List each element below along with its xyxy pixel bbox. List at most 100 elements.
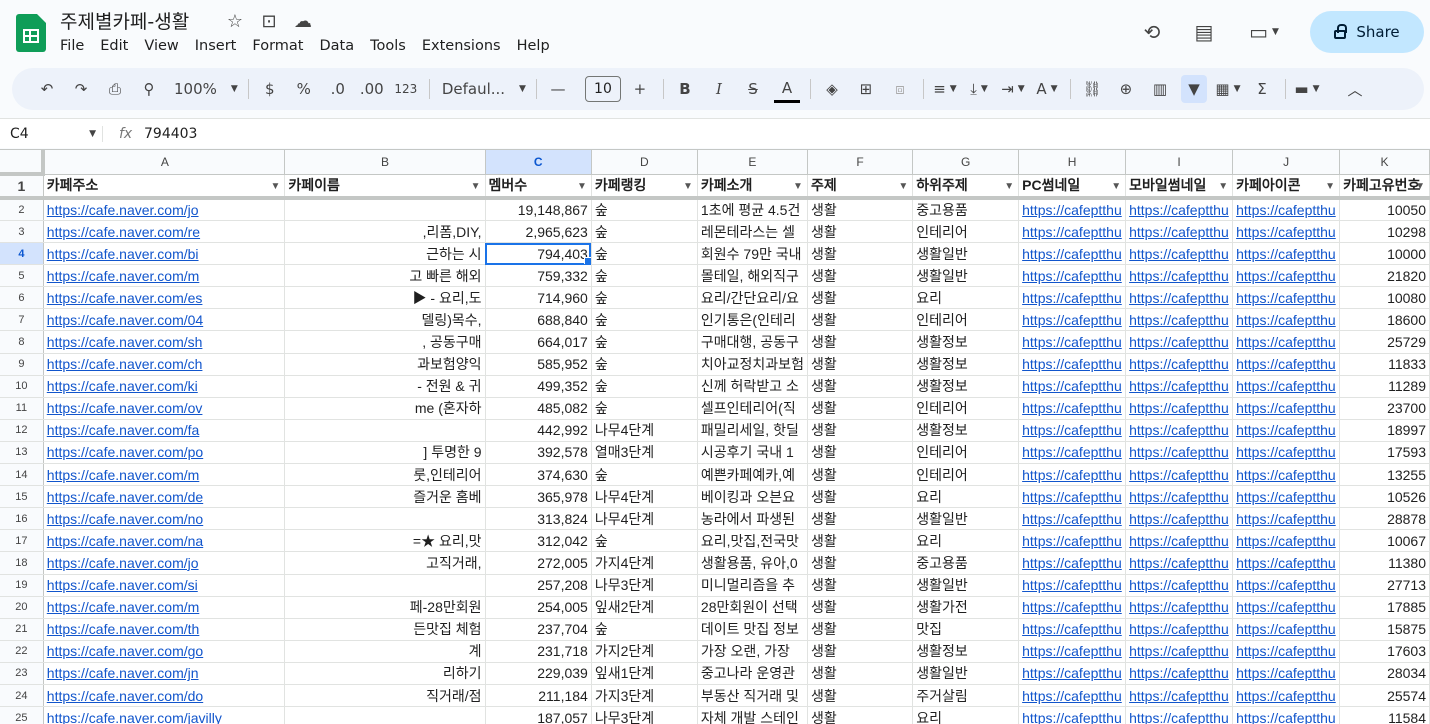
cell-a[interactable]: https://cafe.naver.com/po — [43, 441, 286, 465]
filter-views-icon[interactable]: ▦ ▼ — [1215, 75, 1241, 103]
cell-d[interactable]: 숲 — [591, 198, 698, 221]
cell-d[interactable]: 숲 — [591, 397, 698, 420]
cell-a[interactable]: https://cafe.naver.com/na — [43, 529, 286, 553]
cell-c[interactable]: 442,992 — [485, 419, 592, 442]
meet-icon[interactable]: ▭ ▼ — [1236, 12, 1292, 52]
vertical-align-icon[interactable]: ⤓ ▼ — [966, 75, 992, 103]
cell-k[interactable]: 13255 — [1339, 463, 1430, 487]
cell-d[interactable]: 나무4단계 — [591, 485, 698, 509]
cell-g[interactable]: 인테리어 — [912, 308, 1020, 332]
menu-tools[interactable]: Tools — [370, 38, 414, 54]
cell-j[interactable]: https://cafeptthu — [1232, 353, 1341, 376]
menu-format[interactable]: Format — [252, 38, 311, 54]
filter-dropdown-icon[interactable]: ▼ — [683, 181, 693, 192]
cell-d[interactable]: 잎새2단계 — [591, 596, 698, 619]
cell-g[interactable]: 인테리어 — [912, 220, 1020, 244]
cell-c[interactable]: 664,017 — [485, 330, 592, 354]
cell-g[interactable]: 주거살림 — [912, 684, 1020, 708]
cell-b[interactable] — [284, 198, 486, 221]
cell-j[interactable]: https://cafeptthu — [1232, 308, 1341, 332]
cell-e[interactable]: 요리,맛집,전국맛 — [697, 529, 808, 553]
column-header-i[interactable]: I — [1125, 150, 1234, 175]
cell-b[interactable]: 고직거래, — [284, 551, 486, 575]
cell-j[interactable]: https://cafeptthu — [1232, 441, 1341, 465]
cell-f[interactable]: 생활 — [807, 684, 914, 708]
more-formats-button[interactable]: 123 — [393, 75, 419, 103]
cell-b[interactable]: 근하는 시 — [284, 242, 486, 266]
cell-a[interactable]: https://cafe.naver.com/04 — [43, 308, 286, 332]
filter-dropdown-icon[interactable]: ▼ — [270, 181, 280, 192]
cell-e[interactable]: 미니멀리즘을 추 — [697, 574, 808, 597]
insert-chart-icon[interactable]: ▥ — [1147, 75, 1173, 103]
cell-e[interactable]: 28만회원이 선택 — [697, 596, 808, 619]
cell-j[interactable]: https://cafeptthu — [1232, 551, 1341, 575]
cell-c[interactable]: 365,978 — [485, 485, 592, 509]
cell-a[interactable]: https://cafe.naver.com/jn — [43, 662, 286, 685]
cell-g[interactable]: 요리 — [912, 485, 1020, 509]
cell-j[interactable]: https://cafeptthu — [1232, 507, 1341, 531]
cell-c[interactable]: 374,630 — [485, 463, 592, 487]
cell-h[interactable]: https://cafeptthu — [1018, 441, 1127, 465]
name-box[interactable]: C4 ▼ — [0, 126, 102, 142]
cell-g[interactable]: 생활정보 — [912, 640, 1020, 663]
cell-c[interactable]: 312,042 — [485, 529, 592, 553]
cell-b[interactable] — [284, 706, 486, 724]
cell-j[interactable]: https://cafeptthu — [1232, 485, 1341, 509]
currency-format-button[interactable]: $ — [257, 75, 283, 103]
comments-icon[interactable]: ▤ — [1184, 12, 1224, 52]
cell-h[interactable]: https://cafeptthu — [1018, 375, 1127, 398]
cell-g[interactable]: 인테리어 — [912, 397, 1020, 420]
cell-k[interactable]: 28034 — [1339, 662, 1430, 685]
cell-k[interactable]: 10080 — [1339, 286, 1430, 310]
cell-a[interactable]: https://cafe.naver.com/ki — [43, 375, 286, 398]
cell-i[interactable]: https://cafeptthu — [1125, 308, 1234, 332]
column-header-e[interactable]: E — [697, 150, 808, 175]
cell-f[interactable]: 생활 — [807, 220, 914, 244]
cell-a[interactable]: https://cafe.naver.com/re — [43, 220, 286, 244]
cell-h[interactable]: https://cafeptthu — [1018, 463, 1127, 487]
cell-i[interactable]: https://cafeptthu — [1125, 330, 1234, 354]
cell-f[interactable]: 생활 — [807, 551, 914, 575]
cell-a[interactable]: https://cafe.naver.com/th — [43, 618, 286, 641]
text-rotation-icon[interactable]: A ▼ — [1034, 75, 1060, 103]
row-number[interactable]: 11 — [0, 397, 44, 420]
row-number[interactable]: 7 — [0, 308, 44, 332]
cell-h[interactable]: https://cafeptthu — [1018, 353, 1127, 376]
cell-k[interactable]: 11833 — [1339, 353, 1430, 376]
cell-b[interactable]: 직거래/점 — [284, 684, 486, 708]
cell-c[interactable]: 499,352 — [485, 375, 592, 398]
row-number[interactable]: 2 — [0, 198, 44, 221]
cell-a[interactable]: https://cafe.naver.com/jo — [43, 198, 286, 221]
cell-k[interactable]: 23700 — [1339, 397, 1430, 420]
filter-icon[interactable]: ▼ — [1180, 75, 1207, 103]
cell-b[interactable]: 룻,인테리어 — [284, 463, 486, 487]
collapse-toolbar-icon[interactable]: ︿ — [1342, 75, 1368, 103]
cell-f[interactable]: 생활 — [807, 353, 914, 376]
filter-dropdown-icon[interactable]: ▼ — [1111, 181, 1121, 192]
cell-g[interactable]: 인테리어 — [912, 463, 1020, 487]
cell-h[interactable]: https://cafeptthu — [1018, 640, 1127, 663]
cell-b[interactable]: 페-28만회원 — [284, 596, 486, 619]
cell-k[interactable]: 10067 — [1339, 529, 1430, 553]
cell-i[interactable]: https://cafeptthu — [1125, 551, 1234, 575]
row-number[interactable]: 19 — [0, 574, 44, 597]
cell-c[interactable]: 237,704 — [485, 618, 592, 641]
cell-i[interactable]: https://cafeptthu — [1125, 242, 1234, 266]
cell-f[interactable]: 생활 — [807, 375, 914, 398]
cell-f[interactable]: 생활 — [807, 529, 914, 553]
cell-f[interactable]: 생활 — [807, 308, 914, 332]
cell-h[interactable]: https://cafeptthu — [1018, 308, 1127, 332]
cell-h[interactable]: https://cafeptthu — [1018, 330, 1127, 354]
cell-e[interactable]: 데이트 맛집 정보 — [697, 618, 808, 641]
menu-edit[interactable]: Edit — [100, 38, 136, 54]
cell-j[interactable]: https://cafeptthu — [1232, 198, 1341, 221]
cell-c[interactable]: 254,005 — [485, 596, 592, 619]
cell-j[interactable]: https://cafeptthu — [1232, 684, 1341, 708]
strikethrough-button[interactable]: S — [740, 75, 766, 103]
header-cell[interactable]: PC썸네일 ▼ — [1018, 174, 1127, 200]
cell-a[interactable]: https://cafe.naver.com/fa — [43, 419, 286, 442]
menu-insert[interactable]: Insert — [195, 38, 245, 54]
italic-button[interactable]: I — [706, 75, 732, 103]
cell-i[interactable]: https://cafeptthu — [1125, 397, 1234, 420]
menu-file[interactable]: File — [60, 38, 92, 54]
